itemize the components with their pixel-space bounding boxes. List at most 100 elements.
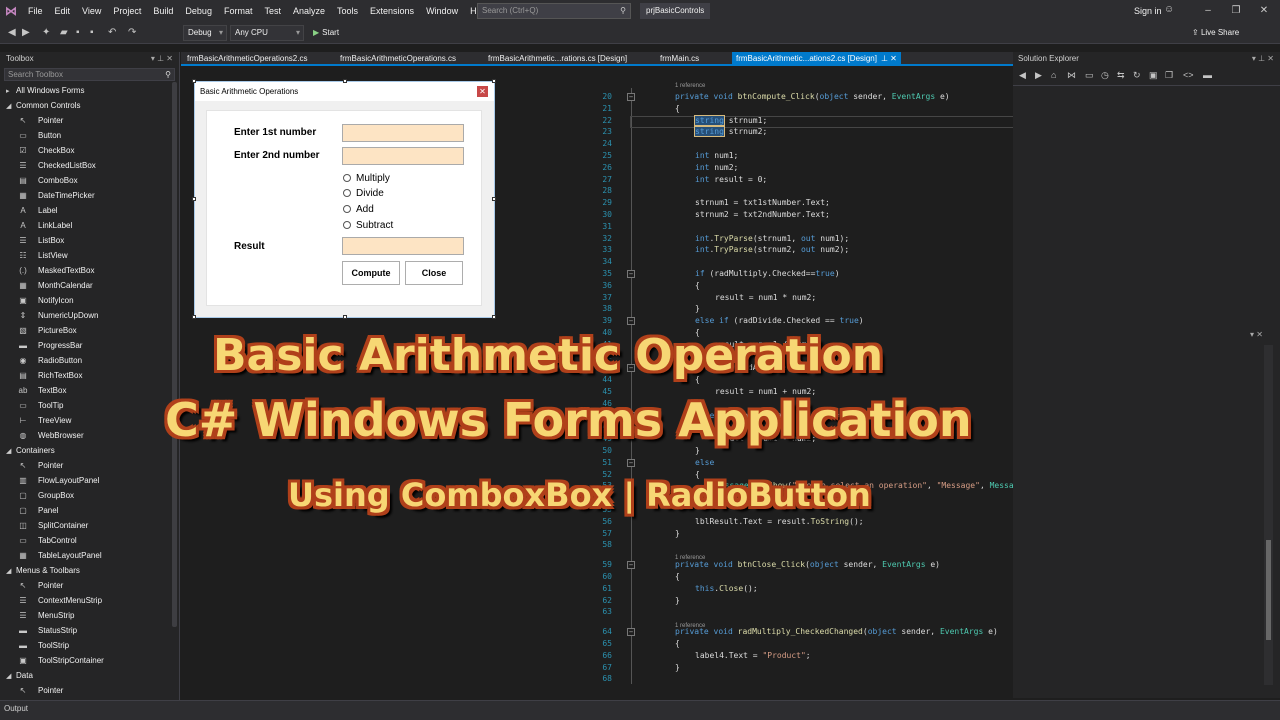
radio-add[interactable]: Add	[343, 204, 374, 216]
toolbox-item[interactable]: ▭ ToolTip	[0, 398, 179, 413]
properties-pin-icon[interactable]: ▾ ✕	[1250, 330, 1263, 339]
toolbox-item[interactable]: ▤ ComboBox	[0, 173, 179, 188]
radio-subtract[interactable]: Subtract	[343, 220, 393, 232]
search-input[interactable]: Search (Ctrl+Q) ⚲	[477, 3, 631, 19]
toolbox-category[interactable]: ◢ Containers	[0, 443, 179, 458]
toolbox-scrollbar[interactable]	[172, 82, 177, 627]
code-line[interactable]: 62}	[586, 595, 679, 607]
code-view-icon[interactable]: <>	[1183, 70, 1194, 80]
code-line[interactable]: 37 result = num1 * num2;	[586, 292, 816, 304]
user-icon[interactable]: ☺	[1164, 4, 1176, 16]
close-icon[interactable]: ✕	[1250, 0, 1278, 22]
code-line[interactable]: 21 {	[586, 103, 679, 115]
menu-item-file[interactable]: File	[22, 0, 49, 22]
menu-item-project[interactable]: Project	[107, 0, 147, 22]
menu-item-build[interactable]: Build	[147, 0, 179, 22]
toolbox-item[interactable]: ◉ RadioButton	[0, 353, 179, 368]
save-all-icon[interactable]: ▪	[90, 26, 94, 40]
toolbox-item[interactable]: ⊢ TreeView	[0, 413, 179, 428]
menu-item-edit[interactable]: Edit	[49, 0, 77, 22]
code-line[interactable]: 56 lblResult.Text = result.ToString();	[586, 516, 863, 528]
visual-studio-logo-icon[interactable]: ⋈	[0, 0, 22, 22]
code-line[interactable]: 31	[586, 221, 612, 233]
refresh-icon[interactable]: ↻	[1133, 70, 1141, 81]
menu-item-analyze[interactable]: Analyze	[287, 0, 331, 22]
second-number-input[interactable]	[342, 147, 464, 165]
resize-handle[interactable]	[492, 197, 496, 201]
code-line[interactable]: 65 {	[586, 638, 679, 650]
code-line[interactable]: 26 int num2;	[586, 162, 738, 174]
code-line[interactable]: 61 this.Close();	[586, 583, 757, 595]
platform-select[interactable]: Any CPU ▾	[230, 25, 304, 41]
tab-0[interactable]: frmBasicArithmeticOperations2.cs	[187, 52, 307, 66]
toolbox-category[interactable]: ▸ All Windows Forms	[0, 83, 179, 98]
live-share-button[interactable]: ⇪ Live Share	[1192, 25, 1239, 41]
code-line[interactable]: 64 private void radMultiply_CheckedChange…	[586, 626, 998, 638]
code-line[interactable]: 32 int.TryParse(strnum1, out num1);	[586, 233, 849, 245]
toolbox-item[interactable]: ☰ ListBox	[0, 233, 179, 248]
toolbox-category[interactable]: ◢ Menus & Toolbars	[0, 563, 179, 578]
tab-close-icon[interactable]: ⊥ ✕	[881, 54, 897, 63]
code-line[interactable]: 57}	[586, 528, 679, 540]
code-line[interactable]: 34	[586, 256, 612, 268]
toolbox-item[interactable]: ▬ ProgressBar	[0, 338, 179, 353]
toolbox-item[interactable]: ☑ CheckBox	[0, 143, 179, 158]
toolbox-item[interactable]: ▤ RichTextBox	[0, 368, 179, 383]
menu-item-format[interactable]: Format	[218, 0, 259, 22]
fold-toggle-icon[interactable]: −	[627, 93, 635, 101]
code-line[interactable]: 30 strnum2 = txt2ndNumber.Text;	[586, 209, 830, 221]
toolbox-item[interactable]: ▢ Panel	[0, 503, 179, 518]
tab-3[interactable]: frmMain.cs	[660, 52, 699, 66]
code-line[interactable]: 68	[586, 673, 612, 685]
sync-icon[interactable]: ⇆	[1117, 70, 1125, 81]
code-line[interactable]: 24	[586, 138, 612, 150]
toolbox-item[interactable]: ▬ ToolStrip	[0, 638, 179, 653]
show-all-files-icon[interactable]: ❐	[1165, 70, 1173, 81]
fold-toggle-icon[interactable]: −	[627, 317, 635, 326]
configuration-select[interactable]: Debug ▾	[183, 25, 227, 41]
menu-item-view[interactable]: View	[76, 0, 107, 22]
toolbox-item[interactable]: ▦ TableLayoutPanel	[0, 548, 179, 563]
maximize-icon[interactable]: ❐	[1222, 0, 1250, 22]
undo-icon[interactable]: ↶	[108, 26, 116, 40]
toolbox-item[interactable]: (.) MaskedTextBox	[0, 263, 179, 278]
start-button[interactable]: ▶ Start	[313, 25, 339, 41]
code-line[interactable]: 63	[586, 606, 612, 618]
code-line[interactable]: 66 label4.Text = "Product";	[586, 650, 810, 662]
menu-item-debug[interactable]: Debug	[179, 0, 218, 22]
toolbox-item[interactable]: ↖ Pointer	[0, 458, 179, 473]
tab-2[interactable]: frmBasicArithmetic...rations.cs [Design]	[488, 52, 627, 66]
code-line[interactable]: 29 strnum1 = txt1stNumber.Text;	[586, 197, 830, 209]
toolbox-item[interactable]: ▭ Button	[0, 128, 179, 143]
resize-handle[interactable]	[492, 79, 496, 83]
minimize-icon[interactable]: –	[1194, 0, 1222, 22]
scrollbar-thumb[interactable]	[1266, 540, 1271, 640]
menu-item-extensions[interactable]: Extensions	[364, 0, 420, 22]
back-icon[interactable]: ◀	[8, 26, 16, 40]
toolbox-category[interactable]: ◢ Data	[0, 668, 179, 683]
resize-handle[interactable]	[343, 315, 347, 319]
resize-handle[interactable]	[192, 79, 196, 83]
code-line[interactable]: 35 if (radMultiply.Checked==true) −	[586, 268, 840, 280]
toolbox-item[interactable]: ▥ FlowLayoutPanel	[0, 473, 179, 488]
first-number-input[interactable]	[342, 124, 464, 142]
code-line[interactable]: 22 string strnum1;	[586, 114, 767, 127]
collapse-all-icon[interactable]: ▣	[1149, 70, 1158, 81]
vs-icon[interactable]: ⋈	[1067, 70, 1076, 81]
code-line[interactable]: 67}	[586, 662, 679, 674]
toolbox-search-input[interactable]: Search Toolbox ⚲	[4, 68, 175, 81]
code-line[interactable]: 60 {	[586, 571, 679, 583]
toolbox-category[interactable]: ◢ Common Controls	[0, 98, 179, 113]
expand-icon[interactable]: ◢	[6, 669, 16, 684]
toolbox-item[interactable]: A LinkLabel	[0, 218, 179, 233]
toolbox-item[interactable]: ◫ SplitContainer	[0, 518, 179, 533]
compute-button[interactable]: Compute	[342, 261, 400, 285]
code-line[interactable]: 38}	[586, 303, 699, 315]
toolbox-item[interactable]: ▦ MonthCalendar	[0, 278, 179, 293]
resize-handle[interactable]	[492, 315, 496, 319]
toolbox-item[interactable]: ☰ ContextMenuStrip	[0, 593, 179, 608]
fold-toggle-icon[interactable]: −	[627, 561, 635, 570]
tab-4[interactable]: frmBasicArithmetic...ations2.cs [Design]…	[732, 52, 901, 66]
expand-icon[interactable]: ◢	[6, 444, 16, 459]
code-line[interactable]: 51 else −	[586, 457, 714, 469]
